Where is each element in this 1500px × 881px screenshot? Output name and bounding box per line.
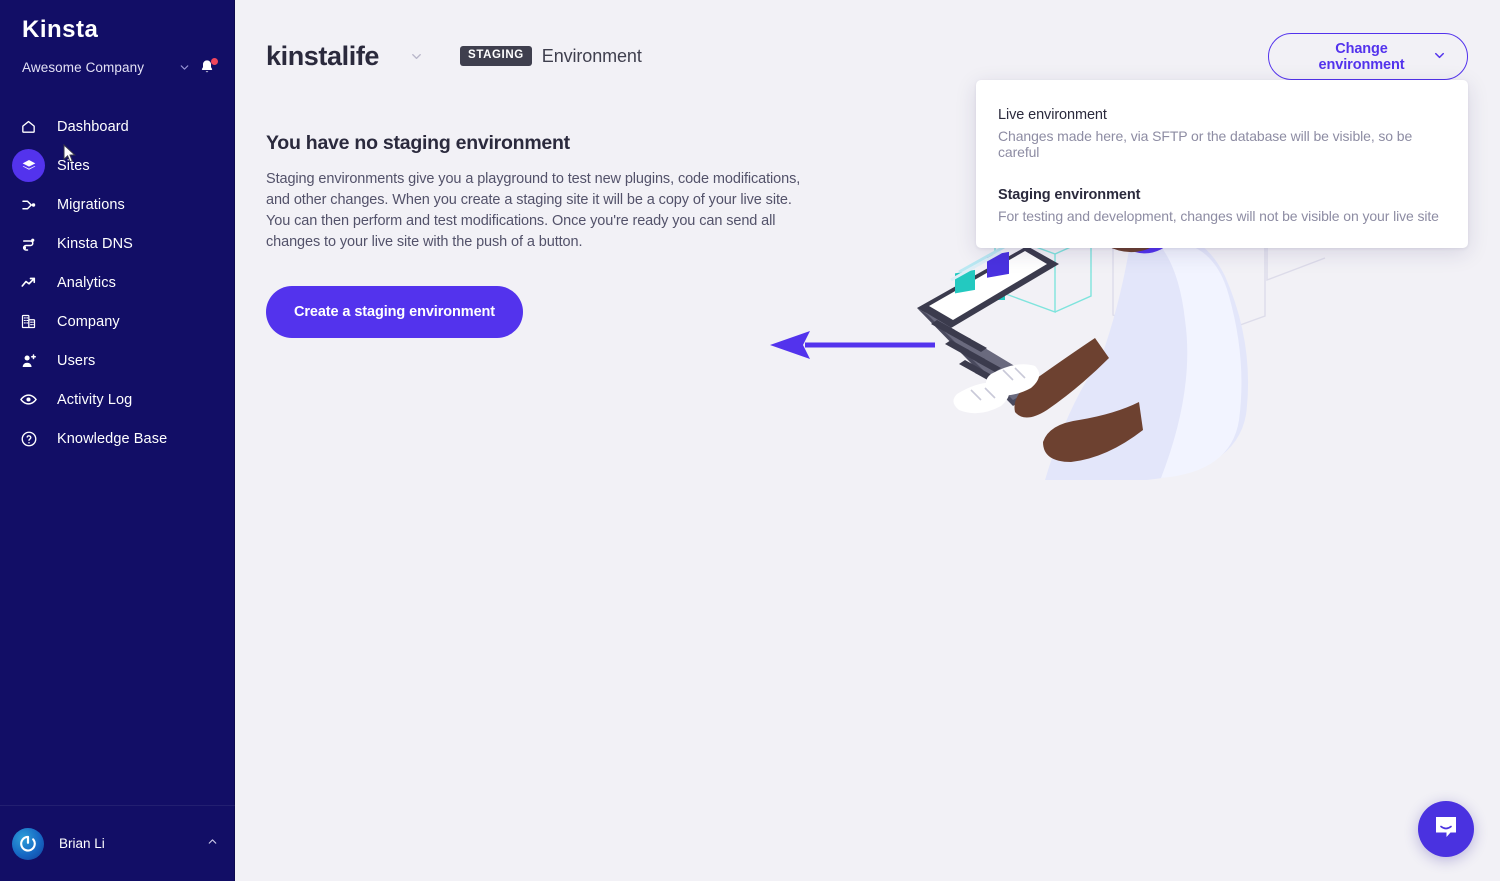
user-account-switcher[interactable]: Brian Li [0, 805, 235, 881]
sidebar-item-knowledge-base[interactable]: Knowledge Base [0, 419, 234, 458]
dns-icon [12, 227, 45, 260]
menu-item-live-environment[interactable]: Live environment Changes made here, via … [998, 107, 1446, 160]
sidebar-item-dashboard[interactable]: Dashboard [0, 107, 234, 146]
building-icon [12, 305, 45, 338]
page-title: kinstalife [266, 40, 380, 71]
company-switcher[interactable]: Awesome Company [0, 42, 234, 80]
chat-support-button[interactable] [1418, 801, 1474, 857]
menu-item-title: Live environment [998, 107, 1107, 123]
sidebar-item-users[interactable]: Users [0, 341, 234, 380]
menu-item-description: For testing and development, changes wil… [998, 208, 1439, 224]
change-environment-label: Change environment [1318, 40, 1405, 73]
notifications-button[interactable] [194, 58, 220, 75]
environment-indicator: STAGING Environment [460, 46, 642, 67]
home-icon [12, 110, 45, 143]
chevron-up-icon[interactable] [206, 835, 219, 853]
sidebar-item-label: Sites [57, 157, 90, 174]
menu-item-description: Changes made here, via SFTP or the datab… [998, 128, 1413, 160]
kinsta-logo[interactable]: Kinsta [0, 0, 234, 42]
sidebar: Kinsta Awesome Company Dashboard Sites M… [0, 0, 235, 881]
change-environment-button[interactable]: Change environment [1268, 33, 1468, 80]
status-badge: STAGING [460, 46, 532, 66]
sidebar-item-label: Analytics [57, 274, 116, 291]
sidebar-nav: Dashboard Sites Migrations Kinsta DNS An… [0, 107, 234, 458]
page-header: kinstalife STAGING Environment Change en… [235, 0, 1500, 80]
user-plus-icon [12, 344, 45, 377]
menu-item-staging-environment[interactable]: Staging environment For testing and deve… [998, 187, 1446, 224]
sidebar-item-label: Users [57, 352, 96, 369]
intercom-chat-icon [1433, 814, 1459, 845]
create-staging-environment-button[interactable]: Create a staging environment [266, 286, 523, 338]
environment-label: Environment [541, 45, 642, 66]
avatar [12, 827, 44, 860]
menu-item-title: Staging environment [998, 187, 1141, 203]
sidebar-item-company[interactable]: Company [0, 302, 234, 341]
question-circle-icon [12, 422, 45, 455]
sidebar-item-migrations[interactable]: Migrations [0, 185, 234, 224]
eye-icon [12, 383, 45, 416]
company-name: Awesome Company [22, 59, 145, 75]
sidebar-item-label: Dashboard [57, 118, 129, 135]
main-content: kinstalife STAGING Environment Change en… [235, 0, 1500, 881]
sidebar-item-activity-log[interactable]: Activity Log [0, 380, 234, 419]
chevron-down-icon[interactable] [174, 61, 194, 74]
sidebar-item-sites[interactable]: Sites [0, 146, 234, 185]
sidebar-item-label: Company [57, 313, 120, 330]
layers-icon [12, 149, 45, 182]
sidebar-item-label: Activity Log [57, 391, 133, 408]
sidebar-item-analytics[interactable]: Analytics [0, 263, 234, 302]
sidebar-item-label: Kinsta DNS [57, 235, 133, 252]
user-name: Brian Li [59, 836, 105, 851]
sidebar-item-label: Migrations [57, 196, 125, 213]
notification-badge-dot [211, 58, 218, 65]
app-root: Kinsta Awesome Company Dashboard Sites M… [0, 0, 1500, 881]
kinsta-logo-text: Kinsta [22, 16, 99, 43]
site-switcher-chevron-down-icon[interactable] [409, 49, 424, 64]
migrations-icon [12, 188, 45, 221]
analytics-icon [12, 266, 45, 299]
sidebar-item-label: Knowledge Base [57, 430, 168, 447]
environment-dropdown-menu[interactable]: Live environment Changes made here, via … [976, 80, 1468, 248]
chevron-down-icon [1432, 48, 1447, 66]
sidebar-item-kinsta-dns[interactable]: Kinsta DNS [0, 224, 234, 263]
empty-state-body: Staging environments give you a playgrou… [266, 171, 801, 250]
